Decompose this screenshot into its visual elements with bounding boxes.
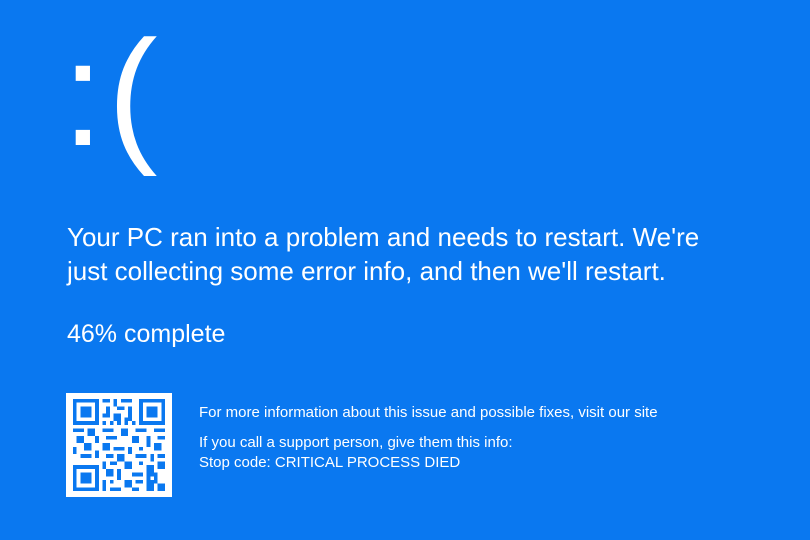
error-message-line-1: Your PC ran into a problem and needs to … (67, 222, 700, 252)
qr-code-graphic (73, 399, 165, 491)
progress-text: 46% complete (67, 320, 226, 348)
stop-code-text: Stop code: CRITICAL PROCESS DIED (199, 454, 461, 471)
error-message: Your PC ran into a problem and needs to … (67, 220, 787, 288)
qr-code-icon (66, 393, 172, 497)
info-section: For more information about this issue an… (199, 403, 658, 473)
error-message-line-2: just collecting some error info, and the… (67, 256, 666, 286)
support-text: If you call a support person, give them … (199, 434, 513, 451)
sad-face-emoticon: :( (62, 9, 162, 177)
bsod-screen: :( Your PC ran into a problem and needs … (0, 0, 810, 540)
more-info-text: For more information about this issue an… (199, 404, 658, 421)
